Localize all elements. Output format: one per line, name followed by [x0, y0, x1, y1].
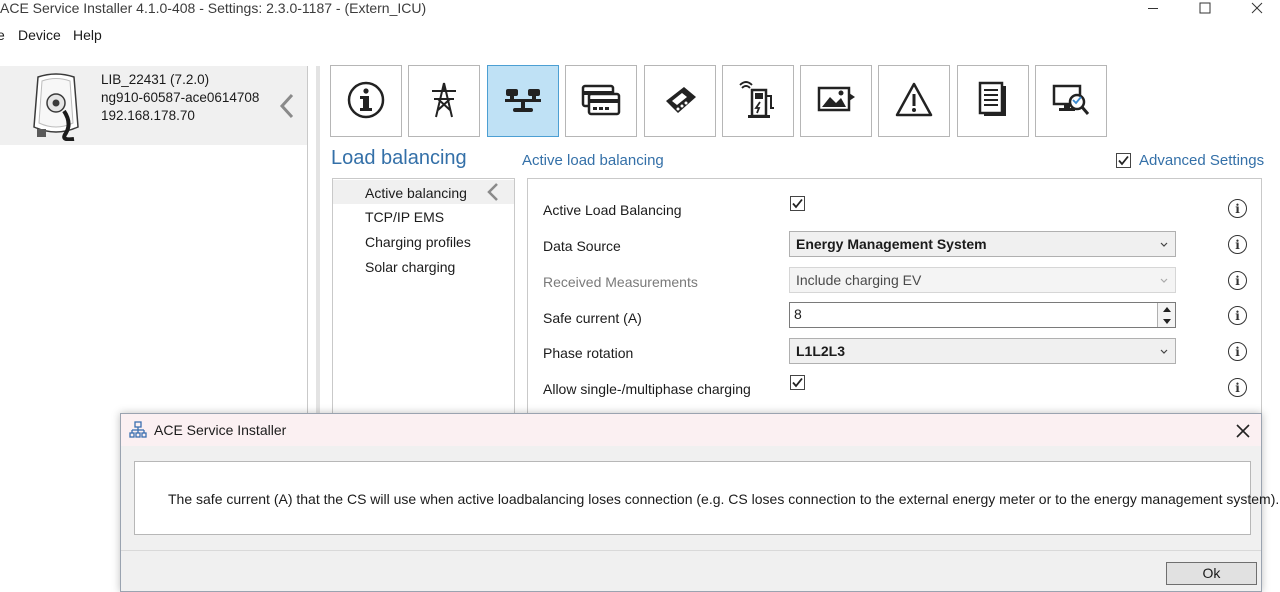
toolbar-button-diagnostics[interactable]	[1035, 65, 1107, 137]
active-load-balancing-label: Active Load Balancing	[543, 202, 682, 218]
document-icon	[976, 80, 1010, 123]
phase-rotation-select[interactable]: L1L2L3	[789, 338, 1176, 364]
info-icon[interactable]: i	[1228, 342, 1247, 361]
ok-button[interactable]: Ok	[1166, 562, 1257, 585]
load-balancing-icon	[503, 85, 543, 118]
dialog-title: ACE Service Installer	[154, 422, 287, 438]
monitor-search-icon	[1051, 82, 1091, 121]
power-pylon-icon	[426, 80, 462, 123]
network-app-icon	[129, 421, 147, 439]
rfid-card-icon	[581, 82, 621, 121]
device-name: LIB_22431 (7.2.0)	[101, 72, 210, 87]
multiphase-charging-label: Allow single-/multiphase charging	[543, 381, 751, 397]
received-measurements-label: Received Measurements	[543, 274, 698, 290]
toolbar-button-grid[interactable]	[408, 65, 480, 137]
received-measurements-select: Include charging EV	[789, 267, 1176, 293]
payment-terminal-icon	[660, 83, 700, 120]
close-icon[interactable]	[1233, 421, 1253, 441]
chevron-down-icon	[1159, 232, 1169, 256]
safe-current-input[interactable]: 8	[789, 302, 1176, 328]
spin-down-icon[interactable]	[1158, 315, 1175, 327]
dialog-title-bar[interactable]	[121, 414, 1261, 446]
minimize-icon[interactable]	[1130, 0, 1176, 16]
device-ip: 192.168.178.70	[101, 108, 195, 123]
menu-bar	[0, 24, 1280, 46]
window-title: ACE Service Installer 4.1.0-408 - Settin…	[0, 0, 427, 16]
display-image-icon	[816, 83, 856, 120]
device-id: ng910-60587-ace0614708	[101, 90, 260, 105]
checkmark-icon	[792, 377, 803, 388]
maximize-icon[interactable]	[1182, 0, 1228, 16]
advanced-settings-checkbox[interactable]	[1116, 153, 1131, 168]
nav-item-solar-charging[interactable]: Solar charging	[365, 258, 455, 276]
toolbar-button-payment[interactable]	[644, 65, 716, 137]
toolbar-button-load-balancing[interactable]	[487, 65, 559, 137]
chevron-down-icon	[1159, 339, 1169, 363]
menu-item-help[interactable]: Help	[73, 26, 102, 44]
multiphase-charging-checkbox[interactable]	[790, 375, 805, 390]
section-title: Load balancing	[331, 147, 467, 169]
dialog-message: The safe current (A) that the CS will us…	[168, 491, 1280, 507]
phase-rotation-value: L1L2L3	[796, 343, 846, 359]
chevron-left-icon[interactable]	[484, 182, 502, 202]
panel-splitter[interactable]	[316, 66, 320, 416]
chevron-left-icon[interactable]	[276, 92, 298, 120]
toolbar-button-display[interactable]	[800, 65, 872, 137]
info-icon[interactable]: i	[1228, 378, 1247, 397]
info-icon	[346, 80, 386, 123]
info-icon[interactable]: i	[1228, 271, 1247, 290]
active-load-balancing-checkbox[interactable]	[790, 196, 805, 211]
dialog-separator	[121, 550, 1261, 551]
charging-station-icon	[28, 71, 84, 142]
phase-rotation-label: Phase rotation	[543, 345, 634, 361]
info-icon[interactable]: i	[1228, 235, 1247, 254]
charger-network-icon	[738, 80, 778, 123]
safe-current-spinner[interactable]	[1157, 303, 1175, 327]
chevron-down-icon	[1159, 268, 1169, 292]
safe-current-label: Safe current (A)	[543, 310, 642, 326]
info-icon[interactable]: i	[1228, 306, 1247, 325]
received-measurements-value: Include charging EV	[796, 272, 922, 288]
toolbar-button-info[interactable]	[330, 65, 402, 137]
data-source-value: Energy Management System	[796, 236, 987, 252]
advanced-settings-label[interactable]: Advanced Settings	[1139, 152, 1264, 170]
checkmark-icon	[792, 198, 803, 209]
spin-up-icon[interactable]	[1158, 303, 1175, 315]
menu-item-file[interactable]: e	[0, 26, 5, 44]
toolbar-button-rfid[interactable]	[565, 65, 637, 137]
close-icon[interactable]	[1234, 0, 1280, 16]
menu-item-device[interactable]: Device	[18, 26, 61, 44]
data-source-select[interactable]: Energy Management System	[789, 231, 1176, 257]
info-icon[interactable]: i	[1228, 199, 1247, 218]
nav-item-tcpip-ems[interactable]: TCP/IP EMS	[365, 208, 444, 226]
toolbar-button-charger[interactable]	[722, 65, 794, 137]
warning-icon	[894, 81, 934, 122]
checkmark-icon	[1118, 155, 1129, 166]
nav-item-active-balancing[interactable]: Active balancing	[365, 184, 467, 202]
toolbar-button-logs[interactable]	[957, 65, 1029, 137]
subsection-title: Active load balancing	[522, 152, 664, 169]
data-source-label: Data Source	[543, 238, 621, 254]
toolbar-button-warnings[interactable]	[878, 65, 950, 137]
nav-item-charging-profiles[interactable]: Charging profiles	[365, 233, 471, 251]
